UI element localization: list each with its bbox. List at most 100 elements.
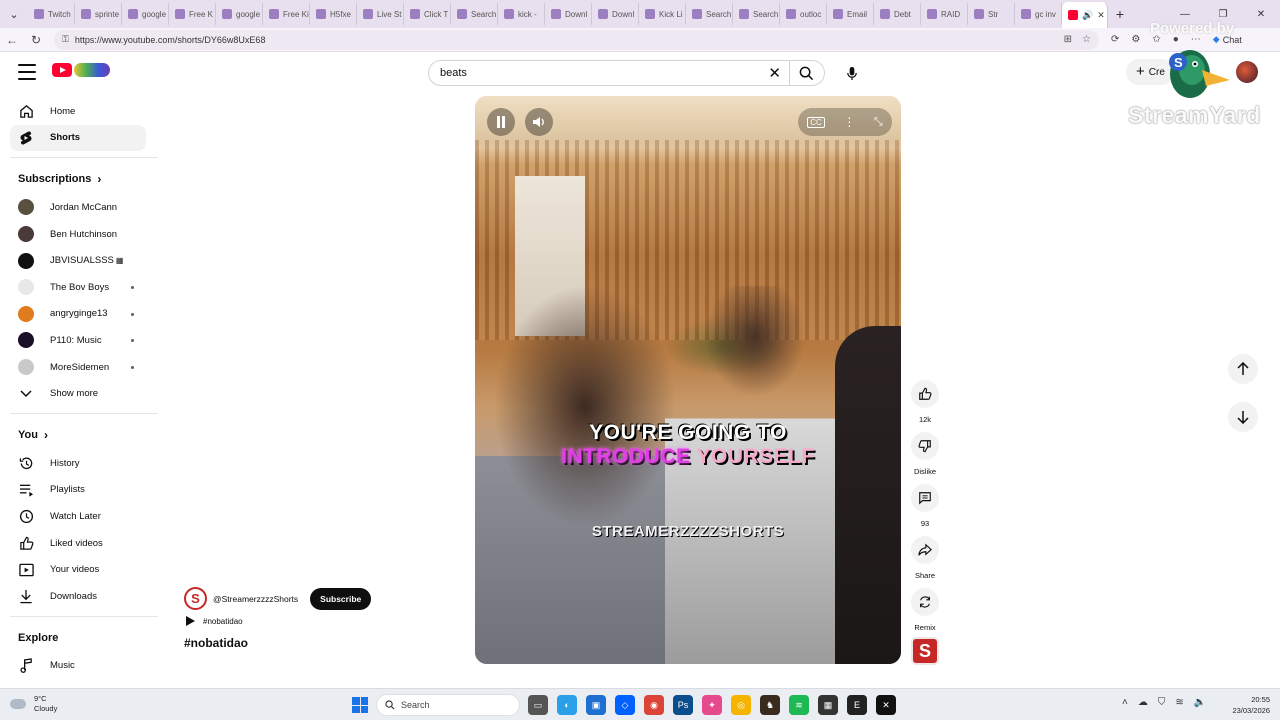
- favorites-icon[interactable]: ✩: [1152, 34, 1160, 45]
- sound-channel-thumbnail[interactable]: S: [911, 637, 939, 665]
- taskbar-clock[interactable]: 20:55 23/03/2026: [1226, 694, 1270, 716]
- account-avatar[interactable]: [1236, 61, 1258, 83]
- speaker-icon[interactable]: 🔈: [1194, 697, 1206, 708]
- browser-tab[interactable]: Downl: [545, 3, 592, 25]
- browser-tab[interactable]: sprinte: [75, 3, 122, 25]
- channel-handle[interactable]: @StreamerzzzzShorts: [213, 594, 298, 604]
- onedrive-icon[interactable]: ☁: [1138, 697, 1148, 708]
- site-info-icon[interactable]: ⚿: [62, 34, 69, 45]
- security-icon[interactable]: ⛉: [1158, 697, 1166, 708]
- stream-deck-icon[interactable]: ▦: [818, 695, 838, 715]
- spotify-icon[interactable]: ≋: [789, 695, 809, 715]
- copilot-app-icon[interactable]: ✦: [702, 695, 722, 715]
- back-button[interactable]: ←: [0, 28, 24, 52]
- wifi-icon[interactable]: ≋: [1175, 697, 1183, 708]
- voice-search-button[interactable]: [838, 59, 866, 87]
- create-button[interactable]: + Cre: [1126, 59, 1175, 85]
- xbox-icon[interactable]: ✕: [876, 695, 896, 715]
- browser-tab[interactable]: google: [122, 3, 169, 25]
- browser-tab[interactable]: Free Ki: [263, 3, 310, 25]
- subscriptions-section-title[interactable]: Subscriptions ›: [0, 164, 160, 194]
- profile-icon[interactable]: ●: [1173, 34, 1179, 45]
- new-tab-button[interactable]: +: [1108, 6, 1132, 22]
- browser-tab[interactable]: Click T: [404, 3, 451, 25]
- sidebar-item-playlists[interactable]: Playlists: [0, 477, 148, 504]
- comments-button[interactable]: [911, 484, 939, 512]
- restore-button[interactable]: ❐: [1204, 0, 1242, 28]
- more-options-icon[interactable]: ⋮: [843, 115, 855, 129]
- chat-button[interactable]: ◆ Chat: [1213, 34, 1242, 45]
- taskbar-search[interactable]: Search: [376, 694, 520, 716]
- task-view-icon[interactable]: ▭: [528, 695, 548, 715]
- address-bar[interactable]: ⚿ https://www.youtube.com/shorts/DY66w8U…: [54, 29, 1099, 50]
- reload-button[interactable]: ↻: [24, 28, 48, 52]
- sidebar-item-downloads[interactable]: Downloads: [0, 583, 148, 610]
- minimize-button[interactable]: —: [1166, 0, 1204, 28]
- browser-tab[interactable]: Str: [968, 3, 1015, 25]
- search-input[interactable]: [440, 67, 740, 79]
- browser-tab[interactable]: Downl: [592, 3, 639, 25]
- windows-start-icon[interactable]: [352, 697, 368, 713]
- search-button[interactable]: [789, 60, 825, 86]
- dropbox-icon[interactable]: ◇: [615, 695, 635, 715]
- photoshop-icon[interactable]: Ps: [673, 695, 693, 715]
- like-button[interactable]: [911, 380, 939, 408]
- browser-tab[interactable]: Search: [733, 3, 780, 25]
- subscription-item[interactable]: Jordan McCann: [0, 194, 160, 221]
- search-box[interactable]: ✕: [428, 60, 790, 86]
- tab-list-dropdown[interactable]: ⌄: [0, 0, 28, 28]
- subscription-item[interactable]: MoreSidemen: [0, 354, 160, 381]
- close-window-button[interactable]: ✕: [1242, 0, 1280, 28]
- sidebar-item-shorts[interactable]: Shorts: [10, 124, 146, 152]
- closed-captions-icon[interactable]: CC: [807, 116, 825, 128]
- pause-button[interactable]: [487, 108, 515, 136]
- tab-close-icon[interactable]: ✕: [1097, 10, 1105, 21]
- active-tab[interactable]: 🔊 ✕: [1062, 2, 1108, 28]
- youtube-logo[interactable]: [52, 63, 110, 77]
- sidebar-item-your-videos[interactable]: Your videos: [0, 556, 148, 583]
- fullscreen-icon[interactable]: ⤡: [874, 116, 883, 129]
- browser-tab[interactable]: Search: [686, 3, 733, 25]
- browser-tab[interactable]: google: [216, 3, 263, 25]
- share-button[interactable]: [911, 536, 939, 564]
- show-more-button[interactable]: Show more: [0, 380, 160, 407]
- browser-tab[interactable]: kick -: [498, 3, 545, 25]
- subscription-item[interactable]: P110: Music: [0, 327, 160, 354]
- hamburger-menu-icon[interactable]: [18, 64, 36, 80]
- browser-tab[interactable]: Twitch: [28, 3, 75, 25]
- chrome-icon[interactable]: ◉: [644, 695, 664, 715]
- sidebar-item-liked-videos[interactable]: Liked videos: [0, 530, 148, 557]
- browser-tab[interactable]: Free K: [169, 3, 216, 25]
- shorts-video-player[interactable]: CC ⋮ ⤡ YOU'RE GOING TO INTRODUCE YOURSEL…: [475, 96, 901, 664]
- next-short-button[interactable]: [1228, 402, 1258, 432]
- video-title[interactable]: #nobatidao: [184, 636, 248, 650]
- sound-row[interactable]: #nobatidao: [186, 616, 243, 626]
- subscription-item[interactable]: JBVISUALSSS ▦: [0, 247, 160, 274]
- subscribe-button[interactable]: Subscribe: [310, 587, 372, 610]
- chrome-canary-icon[interactable]: ◎: [731, 695, 751, 715]
- browser-tab[interactable]: outloc: [780, 3, 827, 25]
- store-icon[interactable]: ▣: [586, 695, 606, 715]
- subscription-item[interactable]: Ben Hutchinson: [0, 221, 160, 248]
- browser-tab[interactable]: Debt: [874, 3, 921, 25]
- remix-button[interactable]: [911, 588, 939, 616]
- volume-button[interactable]: [525, 108, 553, 136]
- tray-overflow-icon[interactable]: ˄: [1122, 697, 1128, 708]
- subscription-item[interactable]: angryginge13: [0, 301, 160, 328]
- you-section-title[interactable]: You ›: [0, 420, 160, 450]
- previous-short-button[interactable]: [1228, 354, 1258, 384]
- install-app-icon[interactable]: ⊞: [1064, 34, 1072, 45]
- epic-games-icon[interactable]: E: [847, 695, 867, 715]
- browser-tab[interactable]: H5fxe: [310, 3, 357, 25]
- browser-tab[interactable]: gc inv: [1015, 3, 1062, 25]
- weather-widget[interactable]: 9°C Cloudy: [10, 694, 57, 714]
- edge-browser-icon[interactable]: ◐: [557, 695, 577, 715]
- sidebar-item-home[interactable]: Home: [0, 98, 148, 125]
- bookmark-star-icon[interactable]: ☆: [1082, 34, 1091, 45]
- sidebar-item-music[interactable]: Music: [0, 653, 148, 680]
- extensions-icon[interactable]: ⚙: [1131, 34, 1140, 45]
- sidebar-item-watch-later[interactable]: Watch Later: [0, 503, 148, 530]
- browser-tab[interactable]: Live St: [357, 3, 404, 25]
- browser-tab[interactable]: RAID: [921, 3, 968, 25]
- refresh-extension-icon[interactable]: ⟳: [1111, 34, 1119, 45]
